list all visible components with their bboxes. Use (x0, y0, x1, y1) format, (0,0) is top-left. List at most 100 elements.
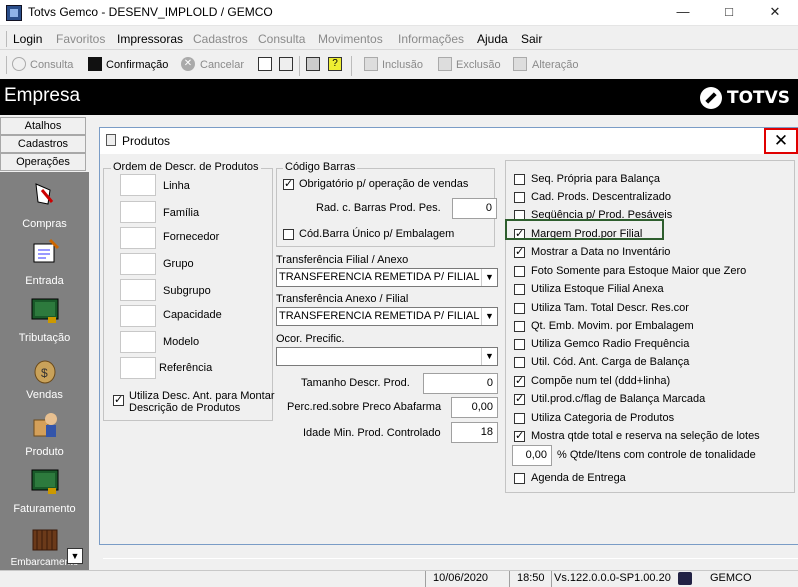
minimize-button[interactable]: — (660, 0, 706, 26)
option-checkbox[interactable] (514, 303, 525, 314)
menu-informacoes[interactable]: Informações (398, 32, 464, 46)
pct-label: % Qtde/Itens com controle de tonalidade (557, 449, 756, 461)
option-label: Util.prod.c/flag de Balança Marcada (531, 393, 706, 405)
fornecedor-order-input[interactable] (120, 227, 156, 249)
grupo-order-input[interactable] (120, 253, 156, 275)
idade-input[interactable]: 18 (451, 422, 498, 443)
referencia-order-input[interactable] (120, 357, 156, 379)
menu-movimentos[interactable]: Movimentos (318, 32, 383, 46)
option-checkbox[interactable] (514, 429, 525, 442)
printer-icon[interactable] (306, 57, 320, 71)
sidebar-item-faturamento[interactable]: Faturamento (0, 503, 89, 515)
option-label: Foto Somente para Estoque Maior que Zero (531, 265, 747, 277)
tributacao-icon (30, 295, 60, 325)
tamanho-input[interactable]: 0 (423, 373, 498, 394)
option-label: Utiliza Gemco Radio Frequência (531, 338, 690, 350)
subgrupo-label: Subgrupo (163, 285, 211, 297)
alteracao-button[interactable]: Alteração (532, 59, 578, 71)
modelo-order-input[interactable] (120, 331, 156, 353)
option-label: Qt. Emb. Movim. por Embalagem (531, 320, 694, 332)
capacidade-label: Capacidade (163, 309, 222, 321)
chevron-down-icon[interactable]: ▼ (481, 348, 497, 365)
ordem-group-title: Ordem de Descr. de Produtos (111, 161, 261, 173)
dialog-close-button[interactable]: ✕ (764, 128, 798, 154)
option-label: Utiliza Tam. Total Descr. Res.cor (531, 302, 689, 314)
menu-consulta[interactable]: Consulta (258, 32, 305, 46)
tab-cadastros[interactable]: Cadastros (0, 135, 86, 153)
option-checkbox[interactable] (514, 284, 525, 295)
pct-input[interactable]: 0,00 (512, 445, 552, 466)
menu-login[interactable]: Login (13, 32, 42, 46)
option-label: Cad. Prods. Descentralizado (531, 191, 672, 203)
subgrupo-order-input[interactable] (120, 279, 156, 301)
app-icon (6, 5, 22, 21)
tab-atalhos[interactable]: Atalhos (0, 117, 86, 135)
sidebar-item-produto[interactable]: Produto (0, 446, 89, 458)
option-checkbox[interactable] (514, 392, 525, 405)
new-document-icon[interactable] (258, 57, 272, 71)
sidebar-item-tributacao[interactable]: Tributação (0, 332, 89, 344)
delete-icon (438, 57, 452, 71)
open-document-icon[interactable] (279, 57, 293, 71)
option-checkbox[interactable] (514, 192, 525, 203)
option-label: Utiliza Estoque Filial Anexa (531, 283, 664, 295)
window-close-button[interactable]: ✕ (752, 0, 798, 26)
option-checkbox[interactable] (514, 339, 525, 350)
utiliza-desc-ant-checkbox[interactable] (113, 393, 124, 406)
familia-label: Família (163, 207, 200, 219)
menu-impressoras[interactable]: Impressoras (117, 32, 183, 46)
transf-filial-select[interactable]: TRANSFERENCIA REMETIDA P/ FILIAL (276, 268, 498, 287)
option-checkbox[interactable] (514, 413, 525, 424)
option-checkbox[interactable] (514, 174, 525, 185)
linha-order-input[interactable] (120, 174, 156, 196)
toolbar-separator (351, 56, 352, 76)
obrigatorio-checkbox[interactable] (283, 177, 294, 190)
ocor-label: Ocor. Precific. (276, 333, 345, 345)
cancelar-button[interactable]: Cancelar (200, 59, 244, 71)
totvs-logo: TOTVS (727, 88, 791, 108)
capacidade-order-input[interactable] (120, 305, 156, 327)
perc-input[interactable]: 0,00 (451, 397, 498, 418)
status-divider (551, 571, 552, 587)
tab-operacoes[interactable]: Operações (0, 153, 86, 171)
sidebar-scroll-down-button[interactable]: ▼ (67, 548, 83, 564)
familia-order-input[interactable] (120, 201, 156, 223)
document-icon (106, 134, 116, 146)
cod-unico-checkbox[interactable] (283, 229, 294, 240)
chevron-down-icon[interactable]: ▼ (481, 269, 497, 286)
option-checkbox[interactable] (514, 245, 525, 258)
status-date: 10/06/2020 (433, 572, 489, 584)
totvs-logo-icon (700, 87, 722, 109)
option-checkbox[interactable] (514, 321, 525, 332)
option-checkbox[interactable] (514, 266, 525, 277)
compras-icon (30, 180, 60, 210)
sidebar-item-entrada[interactable]: Entrada (0, 275, 89, 287)
menu-cadastros[interactable]: Cadastros (193, 32, 248, 46)
option-checkbox[interactable] (514, 374, 525, 387)
add-icon (364, 57, 378, 71)
consulta-button[interactable]: Consulta (30, 59, 73, 71)
rad-barras-label: Rad. c. Barras Prod. Pes. (316, 202, 441, 214)
menu-favoritos[interactable]: Favoritos (56, 32, 105, 46)
embarcamento-icon (30, 522, 60, 552)
codigo-barras-title: Código Barras (283, 161, 358, 173)
option-label: Mostra qtde total e reserva na seleção d… (531, 430, 760, 442)
transf-filial-label: Transferência Filial / Anexo (276, 254, 409, 266)
sidebar-item-compras[interactable]: Compras (0, 218, 89, 230)
help-icon[interactable]: ? (328, 57, 342, 71)
agenda-checkbox[interactable] (514, 473, 525, 484)
sidebar-item-vendas[interactable]: Vendas (0, 389, 89, 401)
exclusao-button[interactable]: Exclusão (456, 59, 501, 71)
menu-sair[interactable]: Sair (521, 32, 542, 46)
inclusao-button[interactable]: Inclusão (382, 59, 423, 71)
magnifier-icon (12, 57, 26, 71)
menu-ajuda[interactable]: Ajuda (477, 32, 508, 46)
chevron-down-icon[interactable]: ▼ (481, 308, 497, 325)
rad-barras-input[interactable]: 0 (452, 198, 497, 219)
page-title: Empresa (4, 85, 81, 106)
transf-anexo-select[interactable]: TRANSFERENCIA REMETIDA P/ FILIAL (276, 307, 498, 326)
ocor-select[interactable] (276, 347, 498, 366)
maximize-button[interactable]: □ (706, 0, 752, 26)
confirmacao-button[interactable]: Confirmação (106, 59, 168, 71)
option-checkbox[interactable] (514, 357, 525, 368)
